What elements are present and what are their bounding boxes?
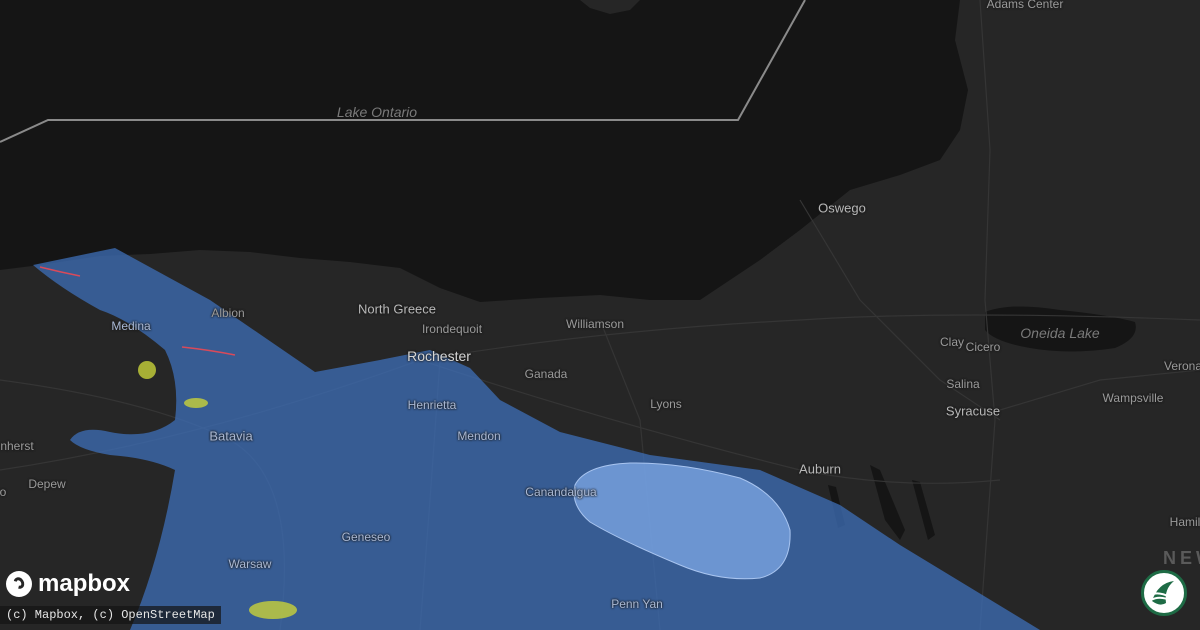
place-albion: Albion bbox=[211, 306, 245, 320]
brand-badge-icon[interactable] bbox=[1141, 570, 1187, 616]
place-lyons: Lyons bbox=[650, 397, 682, 411]
lake-ontario-water bbox=[0, 0, 968, 302]
lake-ontario-label: Lake Ontario bbox=[336, 104, 418, 120]
place-ganada: Ganada bbox=[524, 367, 568, 381]
place-north-greece: North Greece bbox=[357, 301, 437, 317]
place-adams-center: Adams Center bbox=[986, 0, 1064, 11]
oneida-lake-label: Oneida Lake bbox=[1020, 325, 1100, 341]
map-attribution[interactable]: (c) Mapbox, (c) OpenStreetMap bbox=[0, 606, 221, 624]
place-medina: Medina bbox=[111, 319, 151, 333]
state-label: NEW bbox=[1163, 548, 1200, 568]
place-irondequoit: Irondequoit bbox=[421, 322, 483, 336]
finger-lake bbox=[912, 480, 935, 540]
place-salina: Salina bbox=[946, 377, 980, 391]
mapbox-logo-icon bbox=[6, 571, 32, 597]
place-edge-o: o bbox=[0, 485, 7, 499]
place-clay: Clay bbox=[939, 335, 965, 349]
place-penn-yan: Penn Yan bbox=[611, 597, 663, 611]
place-rochester: Rochester bbox=[407, 348, 471, 364]
place-syracuse: Syracuse bbox=[945, 403, 1001, 419]
place-batavia: Batavia bbox=[209, 428, 253, 444]
place-auburn: Auburn bbox=[799, 461, 841, 477]
place-hamilton: Hamil bbox=[1169, 515, 1200, 529]
place-wampsville: Wampsville bbox=[1102, 391, 1164, 405]
place-canandaigua: Canandaigua bbox=[525, 485, 597, 499]
hail-spot[interactable] bbox=[138, 361, 156, 379]
mapbox-logo[interactable]: mapbox bbox=[6, 570, 130, 598]
place-cicero: Cicero bbox=[965, 340, 1001, 354]
place-depew: Depew bbox=[28, 477, 66, 491]
hail-spot[interactable] bbox=[184, 398, 208, 408]
place-warsaw: Warsaw bbox=[228, 557, 272, 571]
hail-spot[interactable] bbox=[249, 601, 297, 619]
place-amherst: nherst bbox=[0, 439, 34, 453]
place-mendon: Mendon bbox=[457, 429, 501, 443]
place-williamson: Williamson bbox=[565, 317, 625, 331]
place-verona: Verona bbox=[1163, 359, 1200, 373]
map-canvas[interactable] bbox=[0, 0, 1200, 630]
place-geneseo: Geneseo bbox=[341, 530, 391, 544]
forecast-swath[interactable] bbox=[33, 248, 1040, 630]
place-oswego: Oswego bbox=[818, 200, 866, 216]
place-henrietta: Henrietta bbox=[407, 398, 457, 412]
mapbox-logo-text: mapbox bbox=[38, 570, 131, 597]
badge-swoosh-icon bbox=[1149, 581, 1174, 605]
